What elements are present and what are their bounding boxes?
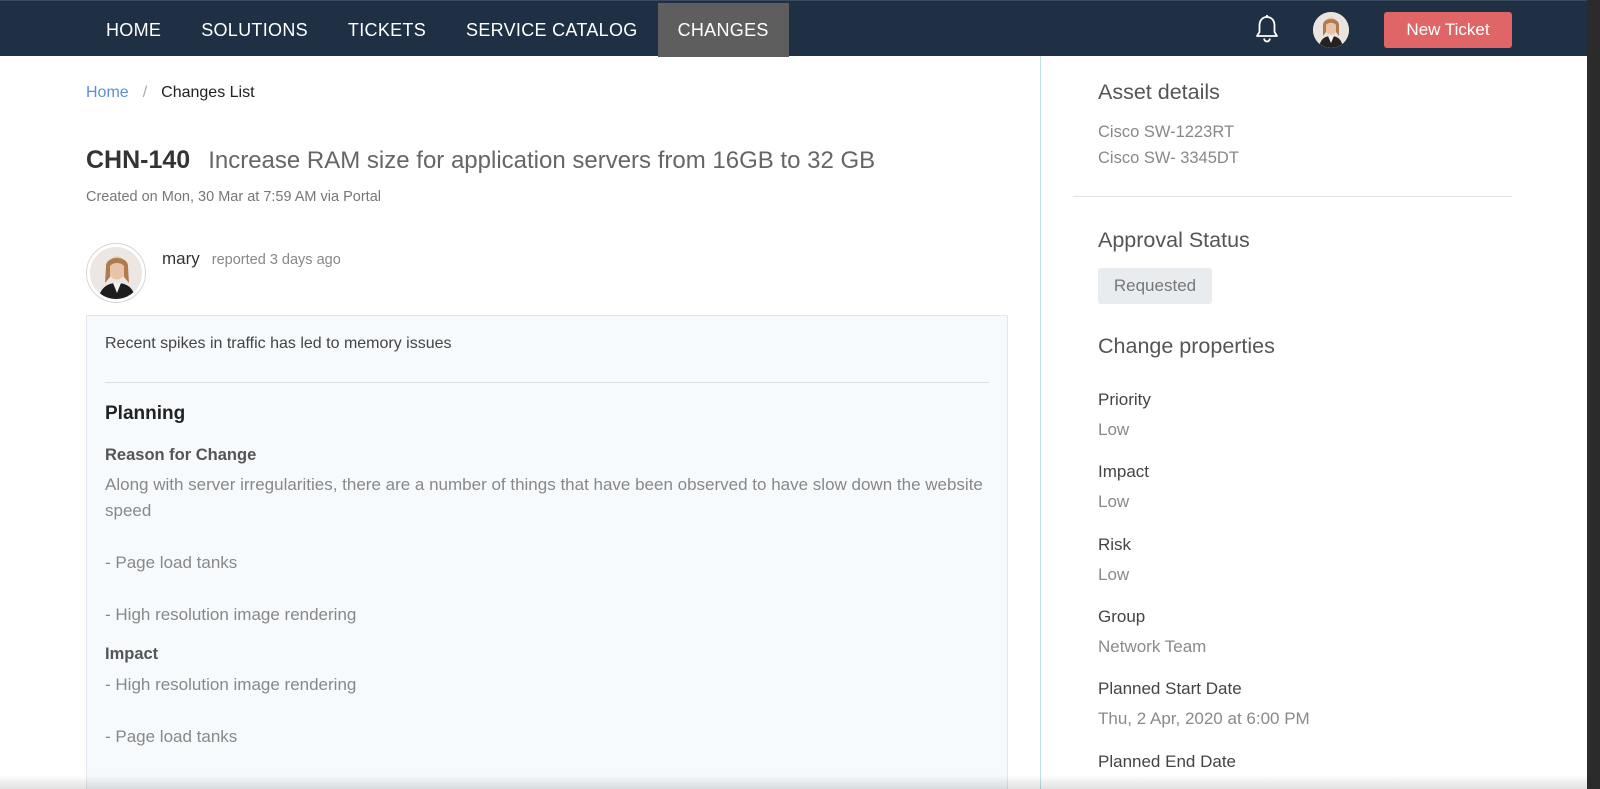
priority-value: Low [1098,420,1130,439]
reported-time: reported 3 days ago [211,252,341,268]
impact-bullet: - Page load tanks [105,727,238,746]
author-line: mary reported 3 days ago [162,249,341,269]
change-title: CHN-140 Increase RAM size for applicatio… [86,146,875,175]
approval-status-badge: Requested [1098,268,1212,304]
window-edge [1587,0,1600,789]
nav-tickets[interactable]: TICKETS [328,3,446,57]
breadcrumb-separator: / [142,84,148,101]
description-summary: Recent spikes in traffic has led to memo… [105,335,452,352]
impact-label: Impact [1098,462,1150,481]
bell-icon[interactable] [1252,13,1282,45]
change-subject: Increase RAM size for application server… [208,147,876,174]
planned-start-label: Planned Start Date [1098,679,1242,698]
top-navbar: HOME SOLUTIONS TICKETS SERVICE CATALOG C… [0,0,1600,57]
sidebar-divider [1073,196,1512,197]
author-avatar [86,243,146,303]
profile-avatar[interactable] [1313,12,1349,48]
reason-text: Along with server irregularities, there … [105,475,983,520]
risk-value: Low [1098,565,1130,584]
nav-home[interactable]: HOME [86,3,181,57]
impact-value: Low [1098,492,1130,511]
planned-end-label: Planned End Date [1098,752,1236,771]
asset-details-heading: Asset details [1098,80,1220,104]
change-id: CHN-140 [86,146,191,174]
main-nav: HOME SOLUTIONS TICKETS SERVICE CATALOG C… [86,3,789,57]
description-panel: Recent spikes in traffic has led to memo… [86,315,1008,789]
priority-label: Priority [1098,390,1151,409]
planned-start-value: Thu, 2 Apr, 2020 at 6:00 PM [1098,709,1310,728]
description-divider [105,382,989,383]
column-divider [1040,56,1041,789]
group-value: Network Team [1098,637,1207,656]
nav-service-catalog[interactable]: SERVICE CATALOG [446,3,658,57]
breadcrumb-current: Changes List [161,84,255,101]
reason-heading: Reason for Change [105,446,257,464]
reason-bullet: - Page load tanks [105,553,238,572]
reason-bullet: - High resolution image rendering [105,605,357,624]
nav-changes[interactable]: CHANGES [657,3,789,57]
bottom-shadow [0,775,1600,789]
risk-label: Risk [1098,535,1132,554]
planning-heading: Planning [105,403,186,424]
breadcrumb-home-link[interactable]: Home [86,84,129,102]
change-properties-heading: Change properties [1098,334,1275,358]
created-info: Created on Mon, 30 Mar at 7:59 AM via Po… [86,189,381,205]
nav-solutions[interactable]: SOLUTIONS [181,3,328,57]
group-label: Group [1098,607,1146,626]
new-ticket-button[interactable]: New Ticket [1384,12,1512,48]
approval-status-heading: Approval Status [1098,228,1250,252]
impact-bullet: - High resolution image rendering [105,675,357,694]
breadcrumb: Home / Changes List [86,84,255,102]
asset-item: Cisco SW-1223RT [1098,123,1235,141]
impact-heading: Impact [105,645,159,663]
author-name[interactable]: mary [162,249,200,269]
asset-item: Cisco SW- 3345DT [1098,149,1239,167]
